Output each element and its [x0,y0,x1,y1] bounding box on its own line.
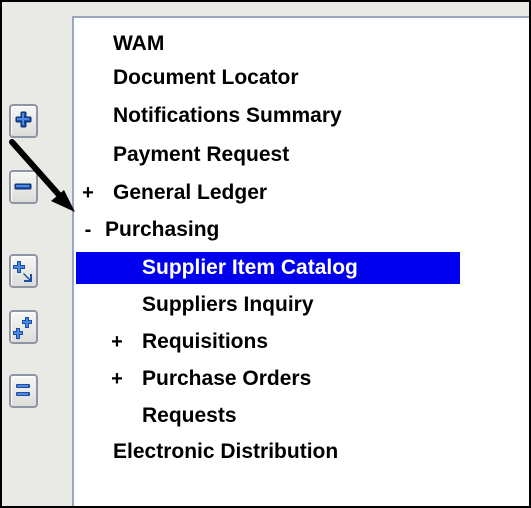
tree-toggle-requisitions[interactable]: + [109,326,125,358]
tree-item-label: WAM [113,32,165,55]
tree-toggle-purchase-orders[interactable]: + [109,363,125,395]
tree-item-label: Notifications Summary [113,104,342,127]
tree-item-label: General Ledger [113,181,268,204]
tree-item-label: Electronic Distribution [113,440,339,463]
expand-button[interactable] [9,104,38,138]
expand-branch-button[interactable] [9,254,38,288]
collapse-button[interactable] [9,170,38,204]
tree-item-label: Suppliers Inquiry [142,293,314,316]
tree-item-label: Supplier Item Catalog [142,256,358,279]
collapse-all-button[interactable] [9,374,38,408]
tree-toggle-general-ledger[interactable]: + [80,177,96,209]
tree-item-label: Purchase Orders [142,367,312,390]
tree-item-label: Requests [142,404,237,427]
tree-item-supplier-item-catalog[interactable]: Supplier Item Catalog [76,252,460,284]
navigator-tree-panel: WAM Document Locator Notifications Summa… [72,16,529,506]
tree-item-label: Requisitions [142,330,269,353]
tree-item-label: Document Locator [113,66,299,89]
tree-item-label: Payment Request [113,143,290,166]
tree-toggle-purchasing[interactable]: - [80,214,96,246]
expand-all-button[interactable] [9,310,38,344]
tree-item-label: Purchasing [105,218,220,241]
